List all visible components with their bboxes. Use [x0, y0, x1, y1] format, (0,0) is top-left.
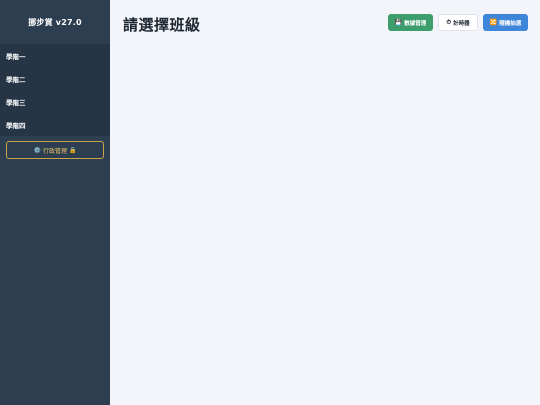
data-management-button[interactable]: 💾 數據管理 [388, 14, 433, 31]
admin-management-label: 行政管理 [42, 147, 67, 155]
stopwatch-icon: ⏱ [446, 18, 452, 26]
sidebar: 挪步賞 v27.0 學階一 學階二 學階三 學階四 ⚙️ 行政管理 🔒 [0, 0, 110, 405]
gear-icon: ⚙️ [33, 146, 41, 154]
main-content: 請選擇班級 💾 數據管理 ⏱ 計時器 🔀 隨機抽選 [110, 0, 540, 405]
lock-icon: 🔒 [69, 146, 77, 154]
random-pick-label: 隨機抽選 [499, 20, 522, 27]
floppy-disk-icon: 💾 [394, 19, 403, 26]
sidebar-item-semester-3[interactable]: 學階三 [0, 90, 110, 113]
admin-management-button[interactable]: ⚙️ 行政管理 🔒 [6, 141, 104, 159]
semester-list: 學階一 學階二 學階三 學階四 [0, 44, 110, 136]
random-pick-button[interactable]: 🔀 隨機抽選 [483, 14, 528, 31]
timer-button[interactable]: ⏱ 計時器 [438, 14, 478, 31]
page-title: 請選擇班級 [123, 16, 201, 34]
timer-label: 計時器 [453, 20, 470, 27]
sidebar-item-semester-2[interactable]: 學階二 [0, 67, 110, 90]
data-management-label: 數據管理 [404, 20, 427, 27]
shuffle-icon: 🔀 [489, 19, 498, 26]
sidebar-item-semester-1[interactable]: 學階一 [0, 44, 110, 67]
app-brand-title: 挪步賞 v27.0 [28, 17, 82, 27]
sidebar-item-semester-4[interactable]: 學階四 [0, 113, 110, 136]
